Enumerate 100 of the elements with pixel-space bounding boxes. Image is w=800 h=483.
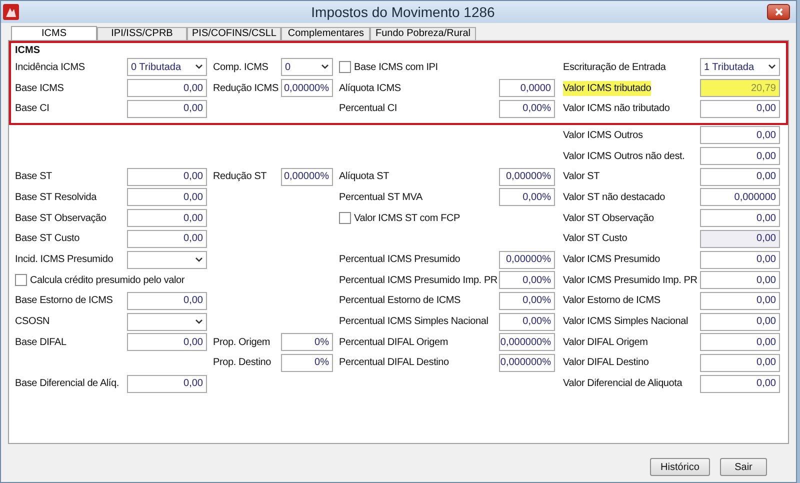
field-label: Valor DIFAL Origem (563, 336, 648, 350)
field-label: Base ST Resolvida (15, 190, 96, 205)
field-label: Percentual ICMS Presumido Imp. PR (339, 274, 498, 288)
input-field[interactable]: 0,00 (127, 188, 207, 206)
input-field[interactable]: 0,00 (700, 250, 780, 269)
input-field[interactable]: 0,00% (499, 312, 555, 331)
dropdown[interactable]: 0 (281, 58, 333, 76)
field-label: Prop. Origem (213, 336, 270, 350)
input-field[interactable]: 0,00 (700, 126, 780, 144)
checkbox-label: Calcula crédito presumido pelo valor (30, 274, 185, 288)
input-field[interactable]: 0,00 (700, 333, 780, 352)
input-field[interactable]: 0,0000 (499, 79, 555, 98)
chevron-down-icon (195, 64, 203, 70)
input-field[interactable]: 0,00 (127, 374, 207, 393)
field-label: Percentual DIFAL Destino (339, 356, 449, 370)
field-label: CSOSN (15, 315, 50, 330)
field-label: Valor ICMS Outros (563, 128, 643, 143)
window-title: Impostos do Movimento 1286 (311, 2, 495, 22)
group-title: ICMS (15, 45, 41, 57)
checkbox[interactable] (339, 61, 351, 74)
field-label: Valor ICMS Simples Nacional (563, 315, 688, 330)
input-field[interactable]: 0,000000 (700, 188, 780, 206)
input-field[interactable]: 0,00 (127, 100, 207, 118)
tab[interactable]: PIS/COFINS/CSLL (187, 27, 282, 40)
input-field[interactable]: 0,00000% (499, 250, 555, 269)
field-label: Valor ST (563, 170, 600, 184)
input-field[interactable]: 0,00% (499, 188, 555, 206)
field-label: Redução ST (213, 170, 267, 184)
field-label: Incid. ICMS Presumido (15, 253, 114, 268)
input-field[interactable]: 0,00 (127, 292, 207, 310)
button[interactable]: Histórico (650, 458, 710, 476)
field-label: Incidência ICMS (15, 60, 85, 75)
input-field[interactable]: 0,00% (499, 292, 555, 310)
input-field[interactable]: 0,00% (499, 100, 555, 118)
tab[interactable]: ICMS (11, 26, 97, 40)
dropdown[interactable]: 1 Tributada (700, 58, 780, 76)
input-field[interactable]: 0,00000% (281, 79, 333, 98)
input-field[interactable]: 0,00 (700, 312, 780, 331)
chevron-down-icon (195, 318, 203, 325)
field-label: Valor ICMS Outros não dest. (563, 150, 685, 164)
field-label: Valor ICMS não tributado (563, 102, 670, 116)
field-label: Percentual Estorno de ICMS (339, 294, 461, 308)
input-field[interactable]: 0,00 (700, 168, 780, 186)
tab[interactable]: IPI/ISS/CPRB (97, 27, 187, 40)
field-label: Alíquota ST (339, 170, 390, 184)
input-field[interactable]: 0,00 (700, 354, 780, 372)
field-label: Base Diferencial de Alíq. (15, 377, 119, 392)
field-label: Percentual ST MVA (339, 190, 422, 205)
input-field[interactable]: 0,00000% (499, 168, 555, 186)
close-icon (774, 8, 782, 16)
close-button[interactable] (767, 4, 790, 20)
app-logo-icon (3, 4, 19, 20)
input-field[interactable]: 0% (281, 354, 333, 372)
field-label: Base DIFAL (15, 336, 66, 350)
field-label: Alíquota ICMS (339, 82, 401, 96)
field-label: Valor DIFAL Destino (563, 356, 649, 370)
field-label: Base Estorno de ICMS (15, 294, 113, 308)
input-field[interactable]: 0,000000% (499, 354, 555, 372)
input-field[interactable]: 0,00000% (281, 168, 333, 186)
checkbox[interactable] (15, 274, 27, 286)
input-field[interactable]: 0,000000% (499, 333, 555, 352)
field-label: Prop. Destino (213, 356, 271, 370)
checkbox[interactable] (339, 212, 351, 224)
field-label: Base ST (15, 170, 52, 184)
field-label: Base ST Observação (15, 212, 106, 226)
field-label: Escrituração de Entrada (563, 60, 666, 75)
input-field[interactable]: 0,00 (127, 230, 207, 248)
field-label: Percentual DIFAL Origem (339, 336, 448, 350)
field-label: Valor ST Custo (563, 232, 628, 246)
input-field[interactable]: 0,00 (700, 292, 780, 310)
field-label: Base CI (15, 102, 50, 116)
tab[interactable]: Complementares (281, 27, 370, 40)
input-field[interactable]: 0,00 (127, 333, 207, 352)
chevron-down-icon (768, 64, 776, 70)
input-field[interactable]: 0,00 (700, 147, 780, 166)
field-label: Comp. ICMS (213, 60, 268, 75)
input-field[interactable]: 0,00 (127, 79, 207, 98)
input-field[interactable]: 0,00 (700, 271, 780, 290)
input-field[interactable]: 0,00 (700, 374, 780, 393)
input-field[interactable]: 0,00 (700, 209, 780, 228)
dropdown[interactable]: 0 Tributada (127, 58, 207, 76)
field-label: Redução ICMS (213, 82, 278, 96)
dropdown[interactable] (127, 250, 207, 269)
button[interactable]: Sair (720, 458, 767, 476)
field-label: Base ICMS (15, 82, 64, 96)
field-label: Valor ST não destacado (563, 190, 665, 205)
input-field[interactable]: 0,00 (700, 100, 780, 118)
tab[interactable]: Fundo Pobreza/Rural (370, 27, 476, 40)
dropdown[interactable] (127, 312, 207, 331)
chevron-down-icon (195, 256, 203, 263)
input-field[interactable]: 0,00 (127, 209, 207, 228)
checkbox-label: Valor ICMS ST com FCP (354, 212, 460, 226)
chevron-down-icon (321, 64, 329, 70)
input-field[interactable]: 0% (281, 333, 333, 352)
input-field[interactable]: 0,00% (499, 271, 555, 290)
checkbox-label: Base ICMS com IPI (354, 60, 438, 75)
field-label: Valor Estorno de ICMS (563, 294, 660, 308)
field-label: Percentual CI (339, 102, 397, 116)
input-field[interactable]: 0,00 (127, 168, 207, 186)
field-label: Valor ICMS tributado (563, 80, 652, 96)
